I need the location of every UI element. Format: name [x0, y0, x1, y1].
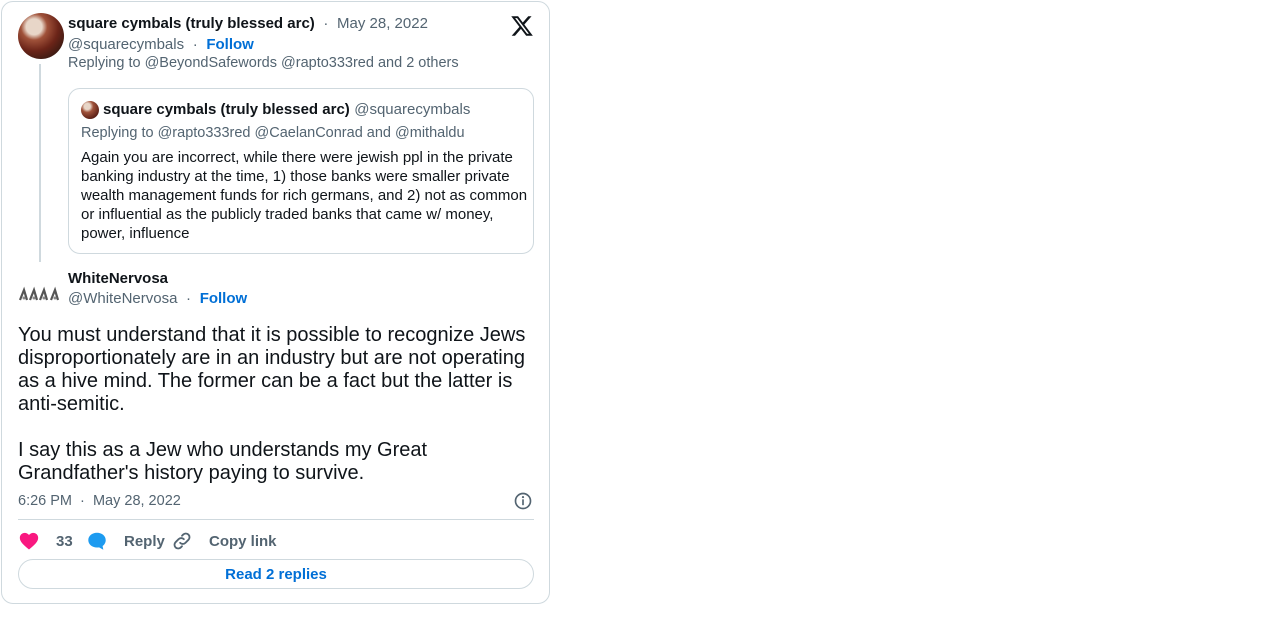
main-author-avatar[interactable]	[18, 270, 64, 316]
tweet-time: 6:26 PM	[18, 493, 72, 509]
tweet-embed-card: square cymbals (truly blessed arc) · May…	[1, 1, 550, 604]
main-author-handle[interactable]: @WhiteNervosa	[68, 290, 177, 307]
replying-mention[interactable]: @BeyondSafewords	[145, 55, 277, 71]
main-follow-button[interactable]: Follow	[200, 290, 248, 307]
separator-dot: ·	[188, 36, 202, 53]
quoted-author-avatar	[81, 101, 99, 119]
separator-dot: ·	[76, 493, 89, 509]
parent-author-row: square cymbals (truly blessed arc) · May…	[68, 15, 428, 33]
info-icon[interactable]	[513, 491, 533, 511]
main-tweet-paragraph: I say this as a Jew who understands my G…	[18, 439, 428, 484]
separator-dot: ·	[181, 290, 196, 307]
quoted-author-row: square cymbals (truly blessed arc) @squa…	[103, 101, 470, 119]
main-tweet-text: You must understand that it is possible …	[18, 324, 538, 485]
replying-mention[interactable]: @rapto333red	[281, 55, 374, 71]
quoted-replying-to: Replying to @rapto333red @CaelanConrad a…	[81, 125, 465, 141]
parent-author-avatar[interactable]	[18, 13, 64, 59]
quoted-author-handle: @squarecymbals	[354, 101, 471, 118]
parent-handle-row: @squarecymbals · Follow	[68, 36, 254, 54]
main-tweet-timestamp[interactable]: 6:26 PM · May 28, 2022	[18, 493, 181, 509]
replying-to-prefix: Replying to	[68, 55, 141, 71]
quoted-tweet-text: Again you are incorrect, while there wer…	[81, 149, 528, 242]
parent-author-name[interactable]: square cymbals (truly blessed arc)	[68, 15, 315, 32]
replying-mention[interactable]: @CaelanConrad	[255, 125, 363, 141]
replying-and: and	[366, 125, 391, 141]
replying-to-prefix: Replying to	[81, 125, 154, 141]
reply-button[interactable]: Reply	[86, 530, 165, 552]
read-replies-label: Read 2 replies	[225, 565, 327, 583]
quoted-author-name: square cymbals (truly blessed arc)	[103, 101, 350, 118]
divider	[18, 519, 534, 520]
replying-mention[interactable]: @rapto333red	[158, 125, 251, 141]
main-handle-row: @WhiteNervosa · Follow	[68, 290, 247, 308]
parent-tweet-date[interactable]: May 28, 2022	[337, 15, 428, 32]
main-tweet-paragraph: You must understand that it is possible …	[18, 324, 526, 415]
like-button[interactable]: 33	[18, 530, 73, 552]
main-author-row: WhiteNervosa	[68, 270, 168, 288]
reply-bubble-icon	[88, 532, 106, 550]
copy-link-label: Copy link	[209, 532, 277, 550]
separator-dot: ·	[319, 15, 333, 32]
main-author-name[interactable]: WhiteNervosa	[68, 270, 168, 287]
heart-icon	[19, 532, 39, 550]
parent-replying-to: Replying to @BeyondSafewords @rapto333re…	[68, 55, 459, 71]
parent-follow-button[interactable]: Follow	[206, 36, 254, 53]
paragraph-spacer	[18, 416, 538, 439]
thread-connector-line	[39, 64, 41, 262]
parent-author-handle[interactable]: @squarecymbals	[68, 36, 184, 53]
copy-link-button[interactable]: Copy link	[171, 530, 277, 552]
replying-others[interactable]: and 2 others	[378, 55, 459, 71]
replying-mention[interactable]: @mithaldu	[395, 125, 465, 141]
read-replies-button[interactable]: Read 2 replies	[18, 559, 534, 589]
reply-label: Reply	[124, 532, 165, 550]
link-icon	[173, 532, 191, 550]
x-logo-icon[interactable]	[510, 14, 534, 38]
quoted-tweet[interactable]: square cymbals (truly blessed arc) @squa…	[68, 88, 534, 254]
tweet-date: May 28, 2022	[92, 493, 181, 509]
like-count: 33	[56, 532, 73, 550]
